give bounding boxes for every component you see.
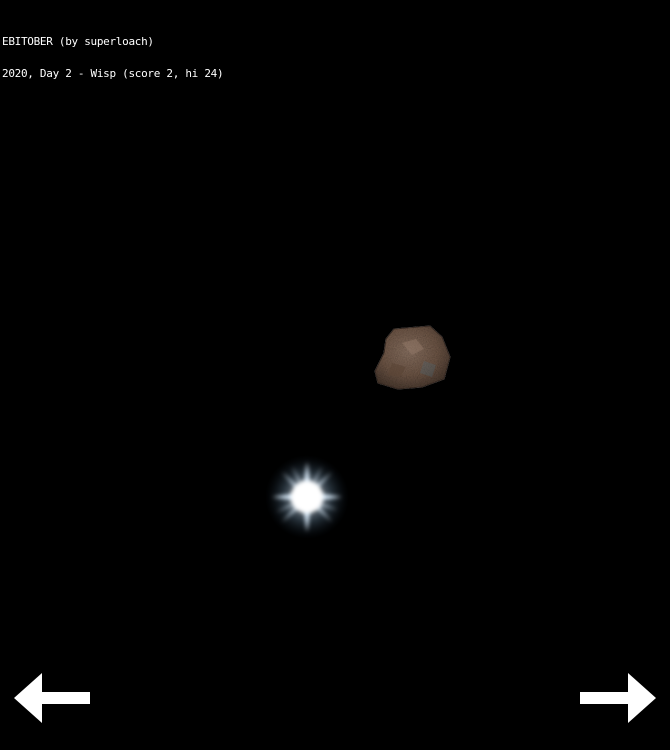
rock-icon [374, 325, 451, 390]
arrow-right-icon[interactable] [578, 673, 656, 723]
score-status: 2020, Day 2 - Wisp (score 2, hi 24) [2, 67, 224, 80]
game-title: EBITOBER (by superloach) [2, 35, 154, 48]
arrow-left-icon[interactable] [14, 673, 92, 723]
wisp-icon [265, 455, 349, 539]
